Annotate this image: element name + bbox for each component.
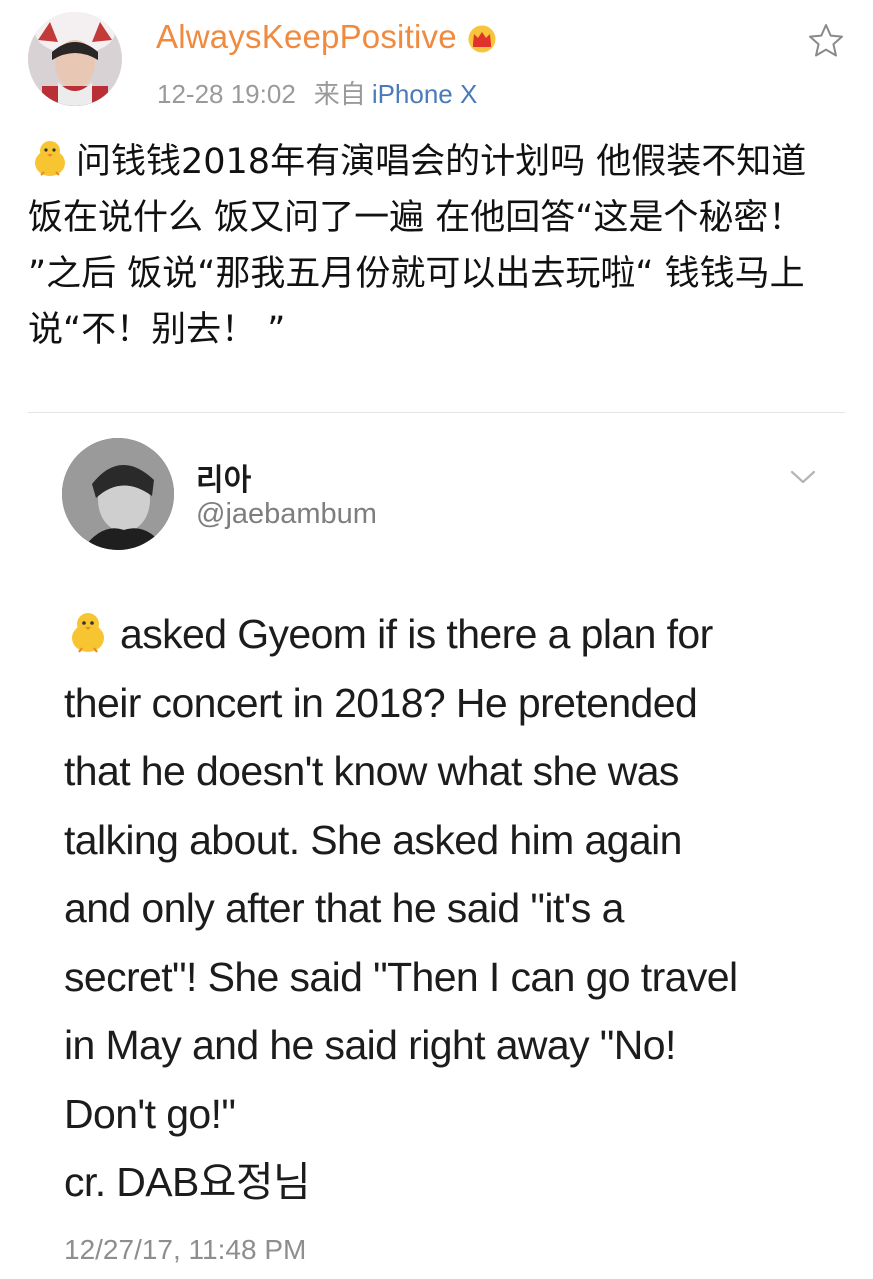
user-avatar[interactable] bbox=[28, 12, 122, 106]
tweet-credit: cr. DAB요정님 bbox=[64, 1159, 311, 1205]
tweet-line: their concert in 2018? He pretended bbox=[64, 679, 698, 726]
tweet-line: in May and he said right away "No! bbox=[64, 1022, 676, 1068]
tweet-line: talking about. She asked him again bbox=[64, 816, 682, 863]
post-text: 问钱钱2018年有演唱会的计划吗 他假装不知道饭在说什么 饭又问了一遍 在他回答… bbox=[28, 134, 828, 358]
tweet-line: that he doesn't know what she was bbox=[64, 748, 679, 794]
chick-icon bbox=[28, 139, 72, 179]
avatar-image bbox=[28, 12, 122, 106]
tweet-line: asked Gyeom if is there a plan for bbox=[64, 600, 824, 669]
tweet-line: Don't go!" bbox=[64, 1090, 236, 1137]
post-meta: 12-28 19:02 来自 iPhone X bbox=[157, 74, 477, 111]
crown-icon bbox=[467, 23, 497, 53]
tweet-line: and only after that he said "it's a bbox=[64, 885, 624, 931]
tweet-body: asked Gyeom if is there a plan for their… bbox=[64, 600, 824, 1217]
tweet-date[interactable]: 12/27/17, 11:48 PM bbox=[64, 1234, 306, 1266]
tweet-avatar-image bbox=[62, 438, 174, 550]
tweet-line: secret"! She said "Then I can go travel bbox=[64, 953, 738, 1000]
chevron-down-icon[interactable] bbox=[789, 468, 817, 486]
star-icon[interactable] bbox=[807, 22, 845, 60]
chick-icon bbox=[64, 608, 112, 654]
tweet-handle[interactable]: @jaebambum bbox=[196, 498, 377, 531]
post-timestamp: 12-28 19:02 bbox=[157, 79, 296, 109]
source-prefix: 来自 bbox=[313, 79, 366, 109]
username-row: AlwaysKeepPositive bbox=[156, 18, 497, 56]
tweet-display-name[interactable]: 리아 bbox=[196, 455, 251, 499]
divider bbox=[28, 412, 845, 413]
screenshot: AlwaysKeepPositive 12-28 19:02 来自 iPhone X bbox=[0, 0, 873, 1279]
tweet-avatar[interactable] bbox=[62, 438, 174, 550]
source-link[interactable]: iPhone X bbox=[372, 79, 478, 109]
username[interactable]: AlwaysKeepPositive bbox=[156, 18, 457, 56]
post-text-content: 问钱钱2018年有演唱会的计划吗 他假装不知道饭在说什么 饭又问了一遍 在他回答… bbox=[28, 142, 807, 350]
